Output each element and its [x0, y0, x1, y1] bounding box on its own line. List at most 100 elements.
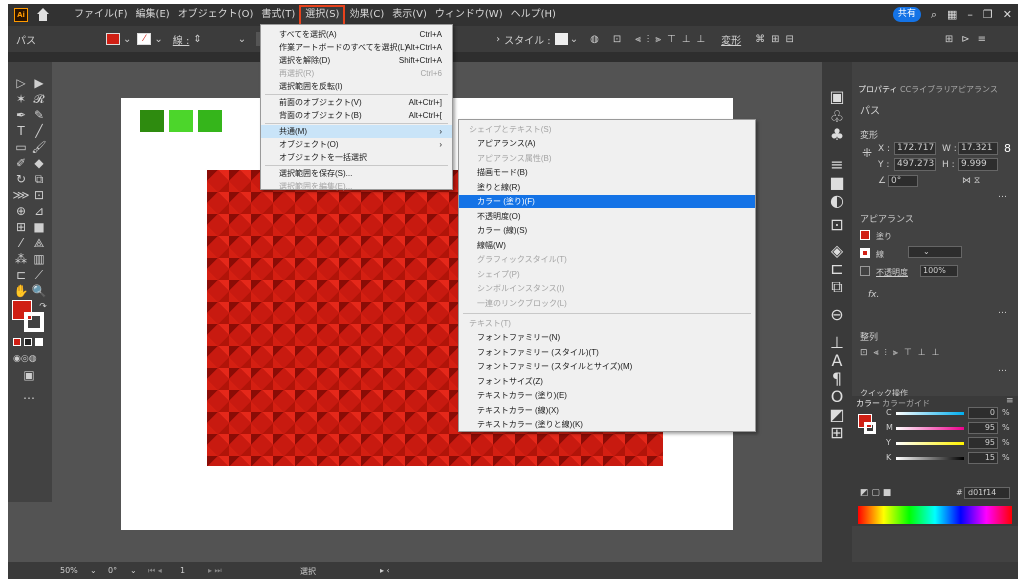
brushes-panel-icon[interactable]: ♣: [828, 127, 846, 143]
line-tool-icon[interactable]: ╱: [30, 124, 48, 138]
menu-6[interactable]: 表示(V): [388, 4, 431, 26]
rotate-tool-icon[interactable]: ↻: [12, 172, 30, 186]
channel-slider[interactable]: [896, 412, 964, 415]
workspace-icon[interactable]: ▦: [947, 8, 957, 21]
stroke-label[interactable]: 線 :: [173, 32, 190, 47]
fill-swatch[interactable]: [106, 33, 120, 45]
tab-properties[interactable]: プロパティ: [858, 84, 898, 95]
character-panel-icon[interactable]: A: [828, 353, 846, 369]
channel-slider[interactable]: [896, 457, 964, 460]
menu-5[interactable]: 効果(C): [345, 4, 388, 26]
status-arrows-icon[interactable]: ▸ ‹: [380, 566, 390, 575]
menu-8[interactable]: ヘルプ(H): [507, 4, 560, 26]
home-icon[interactable]: [36, 8, 50, 22]
green-swatch-light[interactable]: [169, 110, 193, 132]
hex-field[interactable]: d01f14: [964, 487, 1010, 499]
submenu-item[interactable]: テキストカラー (線)(X): [459, 404, 755, 417]
channel-slider[interactable]: [896, 442, 964, 445]
channel-value-field[interactable]: 0: [968, 407, 998, 419]
more-options-icon[interactable]: …: [998, 190, 1007, 200]
chevron-down-icon[interactable]: ⌄: [154, 34, 162, 45]
opacity-label[interactable]: 不透明度: [876, 267, 908, 278]
maximize-icon[interactable]: ❐: [983, 8, 993, 21]
reference-point-icon[interactable]: ⁜: [862, 146, 872, 160]
select-menu-item[interactable]: 選択を解除(D) Shift+Ctrl+A: [261, 54, 452, 67]
shape-builder-tool-icon[interactable]: ⊕: [12, 204, 30, 218]
y-field[interactable]: 497.273: [894, 158, 936, 171]
align-options-icon[interactable]: ⊡: [613, 34, 621, 45]
color-guide-panel-icon[interactable]: ◩: [828, 407, 846, 423]
symbols-panel-icon[interactable]: ♧: [828, 109, 846, 125]
zoom-field[interactable]: 50%: [60, 566, 78, 575]
select-menu-item[interactable]: 背面のオブジェクト(B) Alt+Ctrl+[: [261, 109, 452, 122]
width-tool-icon[interactable]: ⋙: [12, 188, 30, 202]
stroke-swatch-panel[interactable]: [860, 248, 870, 258]
align-panel-icon[interactable]: ⊥: [828, 335, 846, 351]
more-tools-icon[interactable]: …: [20, 388, 38, 402]
select-menu-item[interactable]: 作業アートボードのすべてを選択(L) Alt+Ctrl+A: [261, 41, 452, 54]
asset-panel-icon[interactable]: ⊡: [828, 217, 846, 233]
select-menu-item[interactable]: オブジェクトを一括選択: [261, 151, 452, 164]
draw-mode-icon[interactable]: ◉◎◍: [13, 352, 37, 366]
hand-tool-icon[interactable]: ✋: [12, 284, 30, 298]
swap-colors-icon[interactable]: ↷: [34, 300, 52, 314]
gradient-panel-icon[interactable]: ■: [828, 175, 846, 191]
menu-3[interactable]: 書式(T): [257, 4, 299, 26]
stroke-swatch[interactable]: ⁄: [137, 33, 152, 45]
transform-label[interactable]: 変形: [721, 32, 741, 47]
stroke-panel-icon[interactable]: ≡: [828, 157, 846, 173]
submenu-item[interactable]: 描画モード(B): [459, 166, 755, 179]
first-artboard-icon[interactable]: ⏮ ◂: [148, 566, 162, 576]
tab-cc-libraries[interactable]: CCライブラリ: [900, 84, 951, 95]
fx-button[interactable]: fx.: [868, 290, 879, 300]
more-options-icon[interactable]: …: [998, 306, 1007, 316]
mesh-tool-icon[interactable]: ⊞: [12, 220, 30, 234]
artboards-panel-icon[interactable]: ⊏: [828, 261, 846, 277]
stroke-weight-field[interactable]: ⌄: [908, 246, 962, 258]
submenu-item[interactable]: 塗りと線(R): [459, 181, 755, 194]
perspective-tool-icon[interactable]: ⊿: [30, 204, 48, 218]
search-icon[interactable]: ⌕: [931, 8, 937, 22]
submenu-item[interactable]: テキストカラー (塗り)(E): [459, 389, 755, 402]
submenu-item[interactable]: フォントサイズ(Z): [459, 375, 755, 388]
chevron-down-icon[interactable]: ⌄: [123, 34, 131, 45]
submenu-item[interactable]: フォントファミリー(N): [459, 331, 755, 344]
blend-tool-icon[interactable]: ⟁: [30, 236, 48, 250]
next-artboard-icon[interactable]: ▸ ⏭: [208, 566, 222, 576]
submenu-item[interactable]: 線幅(W): [459, 239, 755, 252]
gradient-tool-icon[interactable]: ■: [30, 220, 48, 234]
minimize-icon[interactable]: –: [967, 8, 973, 21]
chevron-down-icon[interactable]: ⌄: [570, 34, 578, 45]
lasso-tool-icon[interactable]: 𝓡: [30, 92, 48, 106]
channel-value-field[interactable]: 95: [968, 437, 998, 449]
paragraph-panel-icon[interactable]: ¶: [828, 371, 846, 387]
h-field[interactable]: 9.999 m: [958, 158, 998, 171]
arrange-icons[interactable]: ⊞⊳≡: [945, 34, 994, 45]
menu-1[interactable]: 編集(E): [132, 4, 174, 26]
chevron-down-icon[interactable]: ⌄: [130, 566, 137, 575]
curvature-tool-icon[interactable]: ✎: [30, 108, 48, 122]
close-icon[interactable]: ✕: [1003, 8, 1012, 21]
green-swatch-medium[interactable]: [198, 110, 222, 132]
submenu-item[interactable]: カラー (塗り)(F): [459, 195, 755, 208]
links-panel-icon[interactable]: ⧉: [828, 279, 846, 295]
select-menu-item[interactable]: 前面のオブジェクト(V) Alt+Ctrl+]: [261, 96, 452, 109]
magic-wand-tool-icon[interactable]: ✶: [12, 92, 30, 106]
swatches-panel-icon[interactable]: ⊞: [828, 425, 846, 441]
opentype-panel-icon[interactable]: O: [828, 389, 846, 405]
layers-panel-icon[interactable]: ◈: [828, 243, 846, 259]
none-white-black-icons[interactable]: ◩ ▢ ■: [860, 488, 891, 498]
more-options-icon[interactable]: …: [998, 364, 1007, 374]
menu-7[interactable]: ウィンドウ(W): [431, 4, 507, 26]
free-transform-tool-icon[interactable]: ⊡: [30, 188, 48, 202]
tab-appearance[interactable]: アピアランス: [950, 84, 998, 95]
paintbrush-tool-icon[interactable]: 🖌: [30, 140, 48, 154]
recolor-icon[interactable]: ◍: [590, 34, 599, 45]
artboard-tool-icon[interactable]: ⊏: [12, 268, 30, 282]
symbol-sprayer-tool-icon[interactable]: ⁂: [12, 252, 30, 266]
x-field[interactable]: 172.717: [894, 142, 936, 155]
scale-tool-icon[interactable]: ⧉: [30, 172, 48, 186]
none-mode-icon[interactable]: [35, 338, 43, 346]
eraser-tool-icon[interactable]: ◆: [30, 156, 48, 170]
properties-panel-icon[interactable]: ▣: [828, 89, 846, 105]
